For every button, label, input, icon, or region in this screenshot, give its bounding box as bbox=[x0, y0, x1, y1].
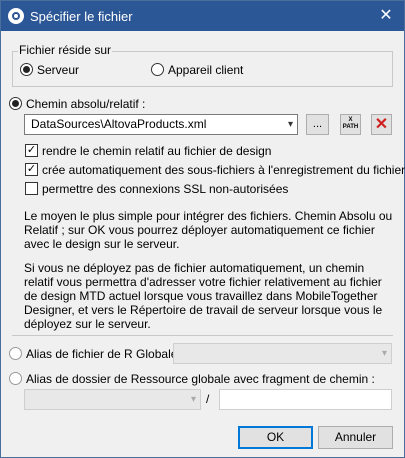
allow-unauthorized-ssl-checkbox-label[interactable]: permettre des connexions SSL non-autoris… bbox=[42, 182, 288, 196]
relative-path-checkbox-label[interactable]: rendre le chemin relatif au fichier de d… bbox=[42, 144, 271, 158]
allow-unauthorized-ssl-checkbox[interactable] bbox=[25, 182, 38, 195]
auto-create-subfiles-checkbox-label[interactable]: crée automatiquement des sous-fichiers à… bbox=[42, 163, 405, 177]
global-folder-alias-label[interactable]: Alias de dossier de Ressource globale av… bbox=[26, 372, 375, 386]
server-radio[interactable] bbox=[20, 63, 33, 76]
auto-create-subfiles-checkbox[interactable]: ✓ bbox=[25, 163, 38, 176]
global-folder-alias-combobox[interactable]: ▾ bbox=[24, 389, 201, 410]
global-folder-alias-radio[interactable] bbox=[9, 372, 22, 385]
client-device-radio[interactable] bbox=[151, 63, 164, 76]
close-button[interactable]: ✕ bbox=[374, 5, 398, 27]
divider bbox=[12, 335, 393, 336]
info-paragraph-1: Le moyen le plus simple pour intégrer de… bbox=[24, 209, 393, 251]
info-paragraph-2: Si vous ne déployez pas de fichier autom… bbox=[24, 261, 383, 331]
path-separator: / bbox=[206, 392, 210, 406]
ok-button[interactable]: OK bbox=[238, 426, 313, 449]
chevron-down-icon[interactable]: ▾ bbox=[191, 390, 196, 409]
global-file-alias-radio[interactable] bbox=[9, 347, 22, 360]
absolute-path-radio[interactable] bbox=[9, 97, 22, 110]
chevron-down-icon[interactable]: ▾ bbox=[382, 344, 387, 363]
delete-icon: ✕ bbox=[374, 116, 389, 133]
path-fragment-input[interactable] bbox=[219, 389, 392, 410]
client-device-radio-label[interactable]: Appareil client bbox=[168, 63, 243, 77]
cancel-button[interactable]: Annuler bbox=[318, 426, 393, 449]
relative-path-checkbox[interactable]: ✓ bbox=[25, 144, 38, 157]
browse-button[interactable]: ... bbox=[306, 114, 329, 135]
xpath-button[interactable]: X PATH bbox=[340, 114, 361, 135]
server-radio-label[interactable]: Serveur bbox=[37, 63, 79, 77]
chevron-down-icon[interactable]: ▾ bbox=[288, 115, 293, 134]
delete-button[interactable]: ✕ bbox=[371, 114, 392, 135]
location-group-legend: Fichier réside sur bbox=[18, 43, 113, 57]
dialog-window: Spécifier le fichier ✕ Fichier réside su… bbox=[0, 0, 405, 458]
window-title: Spécifier le fichier bbox=[30, 9, 133, 24]
path-combobox[interactable]: DataSources\AltovaProducts.xml ▾ bbox=[24, 114, 298, 135]
path-combobox-value: DataSources\AltovaProducts.xml bbox=[31, 117, 207, 131]
app-logo-icon bbox=[8, 8, 24, 24]
absolute-path-label[interactable]: Chemin absolu/relatif : bbox=[26, 97, 145, 111]
global-file-alias-combobox[interactable]: ▾ bbox=[173, 343, 392, 364]
title-bar: Spécifier le fichier ✕ bbox=[1, 1, 404, 31]
global-file-alias-label[interactable]: Alias de fichier de R Globale : bbox=[26, 347, 184, 361]
xpath-icon: X PATH bbox=[342, 117, 359, 130]
